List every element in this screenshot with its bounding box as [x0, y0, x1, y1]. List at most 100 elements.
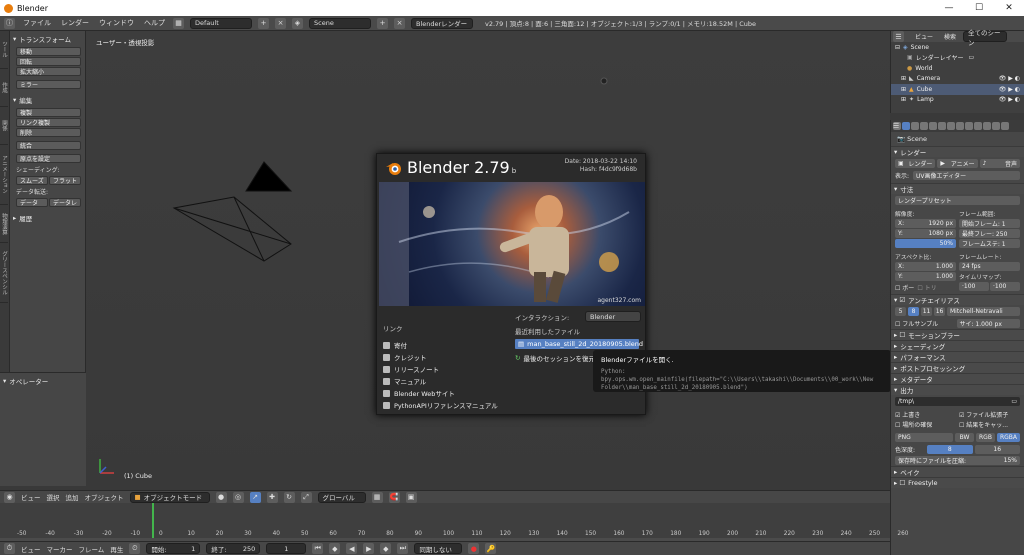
menu-file[interactable]: ファイル	[21, 18, 53, 28]
rotate-icon[interactable]: ↻	[283, 491, 295, 503]
depth-16-button[interactable]: 16	[974, 445, 1020, 454]
world-tab-icon[interactable]	[929, 122, 937, 130]
remap-new-field[interactable]: ·100	[990, 282, 1020, 291]
data-layout-button[interactable]: データレ	[49, 198, 81, 207]
recent-file-item[interactable]: ▤ man_base_still_2d_20180905.blend	[515, 339, 643, 349]
overwrite-checkbox[interactable]: ☑ 上書き	[895, 410, 956, 419]
tab-physics[interactable]: 物理演算	[0, 205, 8, 243]
scene-select[interactable]: Scene	[309, 17, 371, 29]
data-transfer-button[interactable]: データ	[16, 198, 48, 207]
timeline[interactable]: -50 -40 -30 -20 -10 0 10 20 30 40 50 60 70 80 90 100 110…	[0, 503, 908, 541]
render-panel-header[interactable]: ▾ レンダー	[891, 146, 1024, 157]
color-rgba-button[interactable]: RGBA	[996, 433, 1021, 442]
move-button[interactable]: 移動	[16, 47, 81, 56]
outliner-row-render-layers[interactable]: ▣ レンダーレイヤー ▭	[891, 53, 1024, 64]
performance-panel-header[interactable]: ▸ パフォーマンス	[891, 351, 1024, 362]
tab-create[interactable]: 作成	[0, 69, 8, 107]
timeline-menu-playback[interactable]: 再生	[110, 544, 123, 554]
translate-icon[interactable]: ✚	[266, 491, 278, 503]
tab-tools[interactable]: ツール	[0, 31, 8, 69]
aa-size-field[interactable]: サイ: 1.000 px	[956, 319, 1020, 328]
maximize-button[interactable]: ☐	[964, 0, 994, 16]
modifiers-tab-icon[interactable]	[956, 122, 964, 130]
tab-relations[interactable]: 関係	[0, 107, 8, 145]
frame-rate-select[interactable]: 24 fps	[959, 262, 1020, 271]
color-rgb-button[interactable]: RGB	[975, 433, 995, 442]
menu-object[interactable]: オブジェクト	[85, 492, 124, 502]
timeline-menu-view[interactable]: ビュー	[21, 544, 41, 554]
close-button[interactable]: ✕	[994, 0, 1024, 16]
rotate-button[interactable]: 回転	[16, 57, 81, 66]
aa-samples-11[interactable]: 11	[921, 307, 932, 316]
editor-type-icon[interactable]: ⏱	[4, 543, 15, 554]
record-icon[interactable]: ●	[468, 543, 480, 554]
tab-animation[interactable]: アニメーション	[0, 145, 8, 205]
snap-icon[interactable]: 🧲	[388, 491, 400, 503]
object-tab-icon[interactable]	[938, 122, 946, 130]
render-preview-icon[interactable]: ▣	[405, 491, 417, 503]
resolution-percent-slider[interactable]: 50%	[895, 239, 956, 248]
scene-icon[interactable]: ◈	[292, 17, 303, 29]
placeholders-checkbox[interactable]: ☐ 場所の確保	[895, 420, 956, 429]
scene-remove-icon[interactable]: ×	[394, 17, 405, 29]
delete-button[interactable]: 削除	[16, 128, 81, 137]
manipulator-icon[interactable]: ↗	[249, 491, 261, 503]
link-donate[interactable]: 寄付	[383, 339, 503, 351]
menu-window[interactable]: ウィンドウ	[97, 18, 136, 28]
aa-samples-8[interactable]: 8	[908, 307, 919, 316]
texture-tab-icon[interactable]	[983, 122, 991, 130]
aspect-x-field[interactable]: X: 1.000	[895, 262, 956, 271]
viewport-shading-icon[interactable]: ●	[215, 491, 227, 503]
resolution-y-field[interactable]: Y: 1080 px	[895, 229, 956, 238]
menu-select[interactable]: 選択	[47, 492, 60, 502]
join-button[interactable]: 統合	[16, 141, 81, 150]
full-sample-checkbox[interactable]: ☐ フルサンプル	[895, 319, 953, 328]
layout-remove-icon[interactable]: ×	[275, 17, 286, 29]
link-website[interactable]: Blender Webサイト	[383, 387, 503, 399]
render-tab-icon[interactable]	[902, 122, 910, 130]
output-path-field[interactable]: /tmp\ ▭	[895, 397, 1020, 406]
link-python-api[interactable]: PythonAPIリファレンスマニュアル	[383, 399, 503, 411]
play-icon[interactable]: ▶	[363, 543, 375, 554]
outliner-search-menu[interactable]: 検索	[944, 32, 956, 41]
remap-old-field[interactable]: ·100	[959, 282, 989, 291]
crop-checkbox[interactable]: ☐ トリ	[917, 283, 936, 292]
transform-panel-header[interactable]: ▾ トランスフォーム	[10, 31, 85, 47]
tab-grease-pencil[interactable]: グリースペンシル	[0, 243, 8, 303]
orientation-select[interactable]: グローバル	[317, 491, 366, 503]
linked-duplicate-button[interactable]: リンク複製	[16, 118, 81, 127]
render-button[interactable]: ▣ レンダー	[895, 159, 936, 168]
edit-panel-header[interactable]: ▾ 編集	[10, 92, 85, 108]
constraints-tab-icon[interactable]	[947, 122, 955, 130]
set-origin-button[interactable]: 原点を設定	[16, 154, 81, 163]
preview-range-icon[interactable]: ⏲	[129, 543, 141, 554]
file-extensions-checkbox[interactable]: ☑ ファイル拡張子	[959, 410, 1020, 419]
current-frame-indicator[interactable]	[152, 503, 154, 538]
render-presets-select[interactable]: レンダープリセット	[895, 196, 1020, 205]
menu-help[interactable]: ヘルプ	[142, 18, 167, 28]
duplicate-button[interactable]: 複製	[16, 108, 81, 117]
resolution-x-field[interactable]: X: 1920 px	[895, 219, 956, 228]
editor-type-icon[interactable]: ◉	[4, 491, 15, 503]
outliner-row-world[interactable]: ● World	[891, 63, 1024, 74]
render-engine-select[interactable]: Blenderレンダー	[411, 17, 473, 29]
sync-mode-select[interactable]: 同期しない	[414, 543, 463, 554]
link-release-notes[interactable]: リリースノート	[383, 363, 503, 375]
shade-smooth-button[interactable]: スムーズ	[16, 176, 48, 185]
physics-tab-icon[interactable]	[1001, 122, 1009, 130]
frame-step-field[interactable]: フレームステ: 1	[959, 239, 1020, 248]
outliner-row-scene[interactable]: ⊟ ◈ Scene	[891, 42, 1024, 53]
outliner-view-menu[interactable]: ビュー	[915, 32, 933, 41]
mirror-button[interactable]: ミラー	[16, 80, 81, 89]
aspect-y-field[interactable]: Y: 1.000	[895, 272, 956, 281]
metadata-panel-header[interactable]: ▸ メタデータ	[891, 373, 1024, 384]
outliner-row-cube[interactable]: ⊞ ▲ Cube 👁 ▶ ◐	[891, 84, 1024, 95]
border-checkbox[interactable]: ☐ ボー	[895, 283, 914, 292]
material-tab-icon[interactable]	[974, 122, 982, 130]
freestyle-panel-header[interactable]: ▸ ☐ Freestyle	[891, 477, 1024, 488]
prev-keyframe-icon[interactable]: ◆	[329, 543, 341, 554]
start-frame-field[interactable]: 開始フレーム: 1	[959, 219, 1020, 228]
layout-select[interactable]: Default	[190, 17, 252, 29]
timeline-menu-marker[interactable]: マーカー	[47, 544, 73, 554]
menu-add[interactable]: 追加	[66, 492, 79, 502]
